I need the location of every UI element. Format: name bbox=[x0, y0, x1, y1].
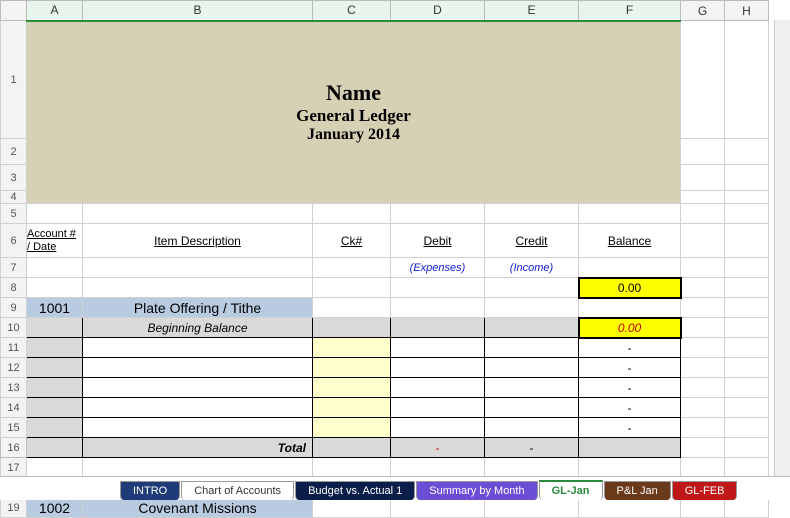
sheet-tab-gl-feb[interactable]: GL-FEB bbox=[672, 481, 738, 500]
col-C[interactable]: C bbox=[313, 1, 391, 21]
total-debit: - bbox=[391, 438, 485, 458]
sheet-tab-p-l-jan[interactable]: P&L Jan bbox=[604, 481, 671, 500]
header-credit: Credit bbox=[485, 224, 579, 258]
row-head-15[interactable]: 15 bbox=[1, 418, 27, 438]
header-debit: Debit bbox=[391, 224, 485, 258]
row-head-10[interactable]: 10 bbox=[1, 318, 27, 338]
header-balance: Balance bbox=[579, 224, 681, 258]
row-head-17[interactable]: 17 bbox=[1, 458, 27, 478]
select-all-corner[interactable] bbox=[1, 1, 27, 21]
col-E[interactable]: E bbox=[485, 1, 579, 21]
row-1[interactable]: 1 Name General Ledger January 2014 bbox=[1, 21, 769, 139]
row-head-11[interactable]: 11 bbox=[1, 338, 27, 358]
row11-balance: - bbox=[579, 338, 681, 358]
row-head-5[interactable]: 5 bbox=[1, 204, 27, 224]
row-head-2[interactable]: 2 bbox=[1, 139, 27, 165]
acct2-name[interactable]: Covenant Missions bbox=[83, 498, 313, 518]
col-D[interactable]: D bbox=[391, 1, 485, 21]
sheet-tab-bar[interactable]: INTROChart of AccountsBudget vs. Actual … bbox=[0, 476, 790, 500]
row-head-14[interactable]: 14 bbox=[1, 398, 27, 418]
col-B[interactable]: B bbox=[83, 1, 313, 21]
detail-row-15: 15 - bbox=[1, 418, 769, 438]
row-head-16[interactable]: 16 bbox=[1, 438, 27, 458]
header-credit-sub: (Income) bbox=[485, 258, 579, 278]
row-head-4[interactable]: 4 bbox=[1, 191, 27, 204]
acct1-num[interactable]: 1001 bbox=[27, 298, 83, 318]
row-head-13[interactable]: 13 bbox=[1, 378, 27, 398]
row15-balance: - bbox=[579, 418, 681, 438]
row13-balance: - bbox=[579, 378, 681, 398]
title-ledger: General Ledger bbox=[27, 106, 680, 126]
total-label: Total bbox=[83, 438, 313, 458]
detail-row-13: 13 - bbox=[1, 378, 769, 398]
opening-balance[interactable]: 0.00 bbox=[579, 278, 681, 298]
row-head-12[interactable]: 12 bbox=[1, 358, 27, 378]
beg-balance-value[interactable]: 0.00 bbox=[579, 318, 681, 338]
col-H[interactable]: H bbox=[725, 1, 769, 21]
row-head-9[interactable]: 9 bbox=[1, 298, 27, 318]
row-head-6[interactable]: 6 bbox=[1, 224, 27, 258]
detail-row-11: 11 - bbox=[1, 338, 769, 358]
col-G[interactable]: G bbox=[681, 1, 725, 21]
column-header-row[interactable]: A B C D E F G H bbox=[1, 1, 769, 21]
row-head-19[interactable]: 19 bbox=[1, 498, 27, 518]
title-box: Name General Ledger January 2014 bbox=[27, 21, 681, 204]
detail-row-12: 12 - bbox=[1, 358, 769, 378]
col-F[interactable]: F bbox=[579, 1, 681, 21]
detail-row-14: 14 - bbox=[1, 398, 769, 418]
sheet-tab-budget-vs-actual-1[interactable]: Budget vs. Actual 1 bbox=[295, 481, 415, 500]
header-debit-sub: (Expenses) bbox=[391, 258, 485, 278]
header-account: Account # / Date bbox=[27, 224, 83, 258]
acct2-num[interactable]: 1002 bbox=[27, 498, 83, 518]
acct1-name[interactable]: Plate Offering / Tithe bbox=[83, 298, 313, 318]
header-item: Item Description bbox=[83, 224, 313, 258]
title-period: January 2014 bbox=[27, 126, 680, 144]
sheet-tab-gl-jan[interactable]: GL-Jan bbox=[539, 480, 603, 500]
sheet-tab-chart-of-accounts[interactable]: Chart of Accounts bbox=[181, 481, 294, 500]
col-A[interactable]: A bbox=[27, 1, 83, 21]
sheet-tab-intro[interactable]: INTRO bbox=[120, 481, 180, 500]
row-head-8[interactable]: 8 bbox=[1, 278, 27, 298]
header-ck: Ck# bbox=[313, 224, 391, 258]
row-head-3[interactable]: 3 bbox=[1, 165, 27, 191]
spreadsheet-grid[interactable]: A B C D E F G H 1 Name General Ledger Ja… bbox=[0, 0, 769, 518]
row14-balance: - bbox=[579, 398, 681, 418]
total-credit: - bbox=[485, 438, 579, 458]
total-row: 16 Total - - bbox=[1, 438, 769, 458]
vertical-scrollbar[interactable] bbox=[774, 20, 790, 476]
sheet-tab-summary-by-month[interactable]: Summary by Month bbox=[416, 481, 537, 500]
row-head-7[interactable]: 7 bbox=[1, 258, 27, 278]
title-name: Name bbox=[27, 80, 680, 106]
beg-balance-label: Beginning Balance bbox=[83, 318, 313, 338]
row12-balance: - bbox=[579, 358, 681, 378]
row-head-1[interactable]: 1 bbox=[1, 21, 27, 139]
